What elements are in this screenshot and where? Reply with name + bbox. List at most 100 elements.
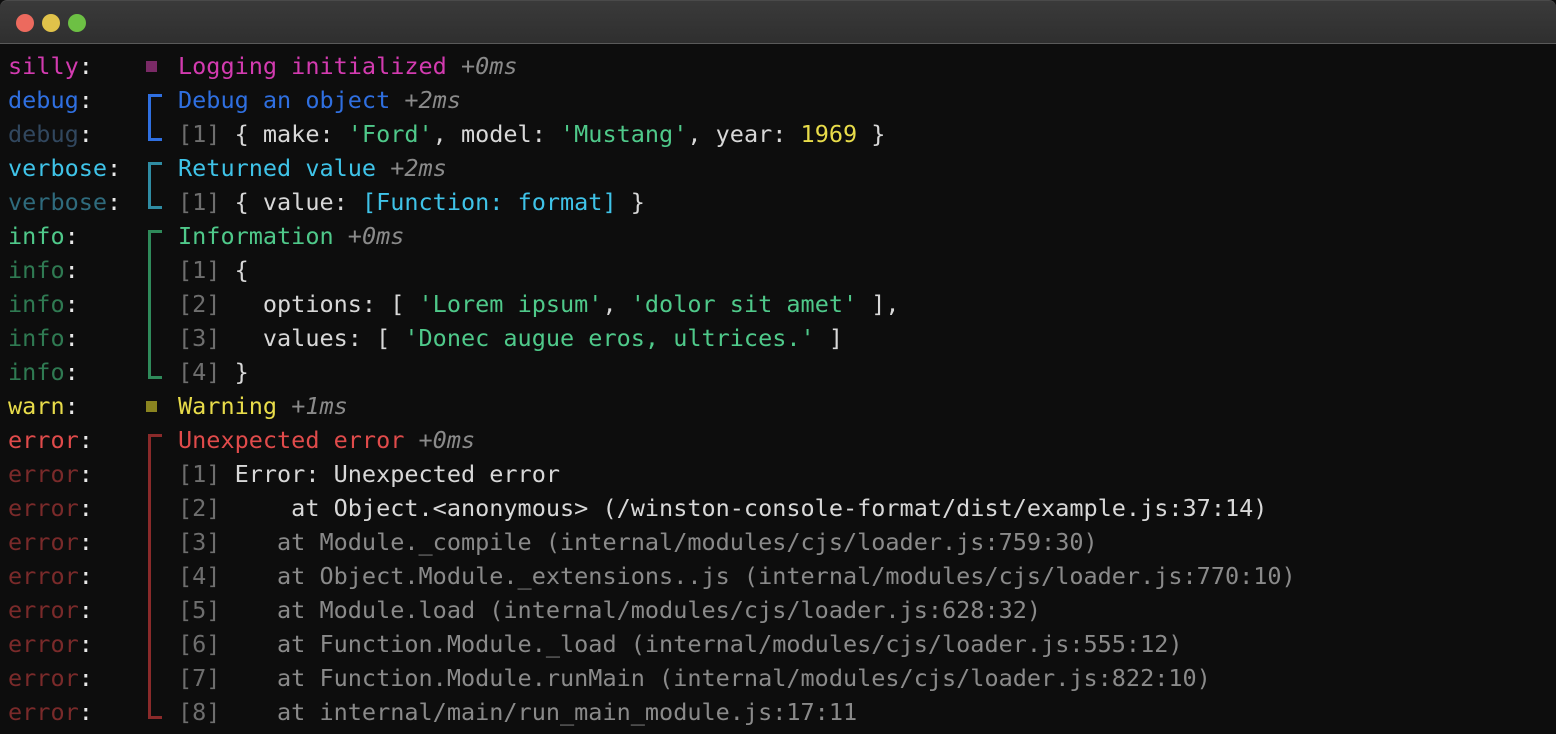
bracket-top-icon: [148, 162, 162, 165]
log-segment: at internal/main/run_main_module.js:17:1…: [234, 698, 858, 726]
log-group-marker: [140, 525, 178, 559]
log-segment: [Function: format]: [361, 188, 617, 216]
log-level-error: error:: [8, 562, 93, 590]
log-level-debug: debug:: [8, 86, 93, 114]
log-segment: , model:: [432, 120, 561, 148]
log-segment: at Module.load (internal/modules/cjs/loa…: [234, 596, 1042, 624]
log-segment: [1]: [178, 188, 235, 216]
square-marker-icon: [146, 401, 157, 412]
log-line: error: [8] at internal/main/run_main_modu…: [0, 695, 1296, 729]
log-segment: +0ms: [460, 52, 518, 80]
log-level-debug: debug:: [8, 120, 93, 148]
log-line: debug: [1] { make: 'Ford', model: 'Mustan…: [0, 117, 1296, 151]
maximize-button[interactable]: [68, 14, 86, 32]
log-message: [1] Error: Unexpected error: [178, 457, 560, 491]
log-segment: [3]: [178, 528, 235, 556]
log-segment: }: [234, 358, 249, 386]
log-group-marker: [140, 661, 178, 695]
log-message: Debug an object +2ms: [178, 83, 461, 117]
log-segment: at Function.Module.runMain (internal/mod…: [234, 664, 1211, 692]
log-segment: [2]: [178, 290, 235, 318]
log-segment: 'Lorem ipsum': [418, 290, 603, 318]
log-message: [8] at internal/main/run_main_module.js:…: [178, 695, 857, 729]
log-segment: }: [616, 188, 645, 216]
log-message: [7] at Function.Module.runMain (internal…: [178, 661, 1211, 695]
square-marker-icon: [146, 61, 157, 72]
log-level-error: error:: [8, 426, 93, 454]
log-group-marker: [140, 253, 178, 287]
log-level-error: error:: [8, 630, 93, 658]
log-segment: , year:: [687, 120, 801, 148]
window-titlebar[interactable]: [0, 0, 1556, 44]
log-group-marker: [140, 287, 178, 321]
log-line: error: [1] Error: Unexpected error: [0, 457, 1296, 491]
bracket-bottom-icon: [148, 206, 162, 209]
terminal-body[interactable]: silly: Logging initialized +0ms debug: Debu…: [0, 44, 1556, 734]
log-segment: [2]: [178, 494, 235, 522]
log-segment: { make:: [234, 120, 348, 148]
log-level-verbose: verbose:: [8, 188, 122, 216]
log-group-marker: [140, 695, 178, 729]
log-segment: [1]: [178, 120, 235, 148]
bracket-stem-icon: [148, 434, 151, 457]
bracket-stem-icon: [148, 559, 151, 593]
log-line: info: Information +0ms: [0, 219, 1296, 253]
close-button[interactable]: [16, 14, 34, 32]
bracket-stem-icon: [148, 230, 151, 253]
log-group-marker: [140, 321, 178, 355]
terminal-window: silly: Logging initialized +0ms debug: Debu…: [0, 0, 1556, 734]
log-segment: 1969: [800, 120, 858, 148]
log-segment: 'Donec augue eros, ultrices.': [404, 324, 815, 352]
log-segment: Debug an object: [178, 86, 391, 114]
bracket-stem-icon: [148, 321, 151, 355]
log-message: Unexpected error +0ms: [178, 423, 475, 457]
bracket-top-icon: [148, 434, 162, 437]
log-segment: +0ms: [347, 222, 405, 250]
log-line: verbose: [1] { value: [Function: format] …: [0, 185, 1296, 219]
log-group-marker: [140, 457, 178, 491]
log-message: Information +0ms: [178, 219, 404, 253]
log-group-marker: [140, 355, 178, 389]
bracket-bottom-icon: [148, 138, 162, 141]
log-segment: [376, 154, 390, 182]
log-segment: [8]: [178, 698, 235, 726]
log-line: info: [2] options: [ 'Lorem ipsum', 'dolo…: [0, 287, 1296, 321]
log-segment: { value:: [234, 188, 362, 216]
log-line: info: [3] values: [ 'Donec augue eros, ul…: [0, 321, 1296, 355]
log-group-marker: [140, 593, 178, 627]
bracket-stem-icon: [148, 457, 151, 491]
log-segment: [1]: [178, 256, 235, 284]
log-output: silly: Logging initialized +0ms debug: Debu…: [0, 49, 1296, 729]
log-segment: ]: [814, 324, 843, 352]
log-line: info: [1] {: [0, 253, 1296, 287]
log-message: [3] at Module._compile (internal/modules…: [178, 525, 1098, 559]
log-segment: ],: [857, 290, 900, 318]
log-message: [5] at Module.load (internal/modules/cjs…: [178, 593, 1041, 627]
log-segment: 'Ford': [347, 120, 433, 148]
log-message: [3] values: [ 'Donec augue eros, ultrice…: [178, 321, 843, 355]
minimize-button[interactable]: [42, 14, 60, 32]
bracket-stem-icon: [148, 525, 151, 559]
log-segment: 'dolor sit amet': [630, 290, 858, 318]
bracket-stem-icon: [148, 253, 151, 287]
log-group-marker: [140, 389, 178, 423]
log-message: [2] options: [ 'Lorem ipsum', 'dolor sit…: [178, 287, 900, 321]
log-message: [1] { make: 'Ford', model: 'Mustang', ye…: [178, 117, 885, 151]
log-line: error: [7] at Function.Module.runMain (in…: [0, 661, 1296, 695]
log-message: [4] at Object.Module._extensions..js (in…: [178, 559, 1296, 593]
traffic-lights: [16, 14, 86, 32]
log-level-warn: warn:: [8, 392, 79, 420]
bracket-stem-icon: [148, 287, 151, 321]
bracket-top-icon: [148, 230, 162, 233]
bracket-bottom-icon: [148, 716, 162, 719]
log-level-error: error:: [8, 596, 93, 624]
log-segment: [277, 392, 291, 420]
log-segment: at Object.<anonymous> (/winston-console-…: [234, 494, 1268, 522]
log-segment: at Module._compile (internal/modules/cjs…: [234, 528, 1098, 556]
log-message: Logging initialized +0ms: [178, 49, 518, 83]
log-level-error: error:: [8, 528, 93, 556]
log-segment: Warning: [178, 392, 278, 420]
log-level-error: error:: [8, 698, 93, 726]
log-segment: [6]: [178, 630, 235, 658]
log-message: [6] at Function.Module._load (internal/m…: [178, 627, 1183, 661]
